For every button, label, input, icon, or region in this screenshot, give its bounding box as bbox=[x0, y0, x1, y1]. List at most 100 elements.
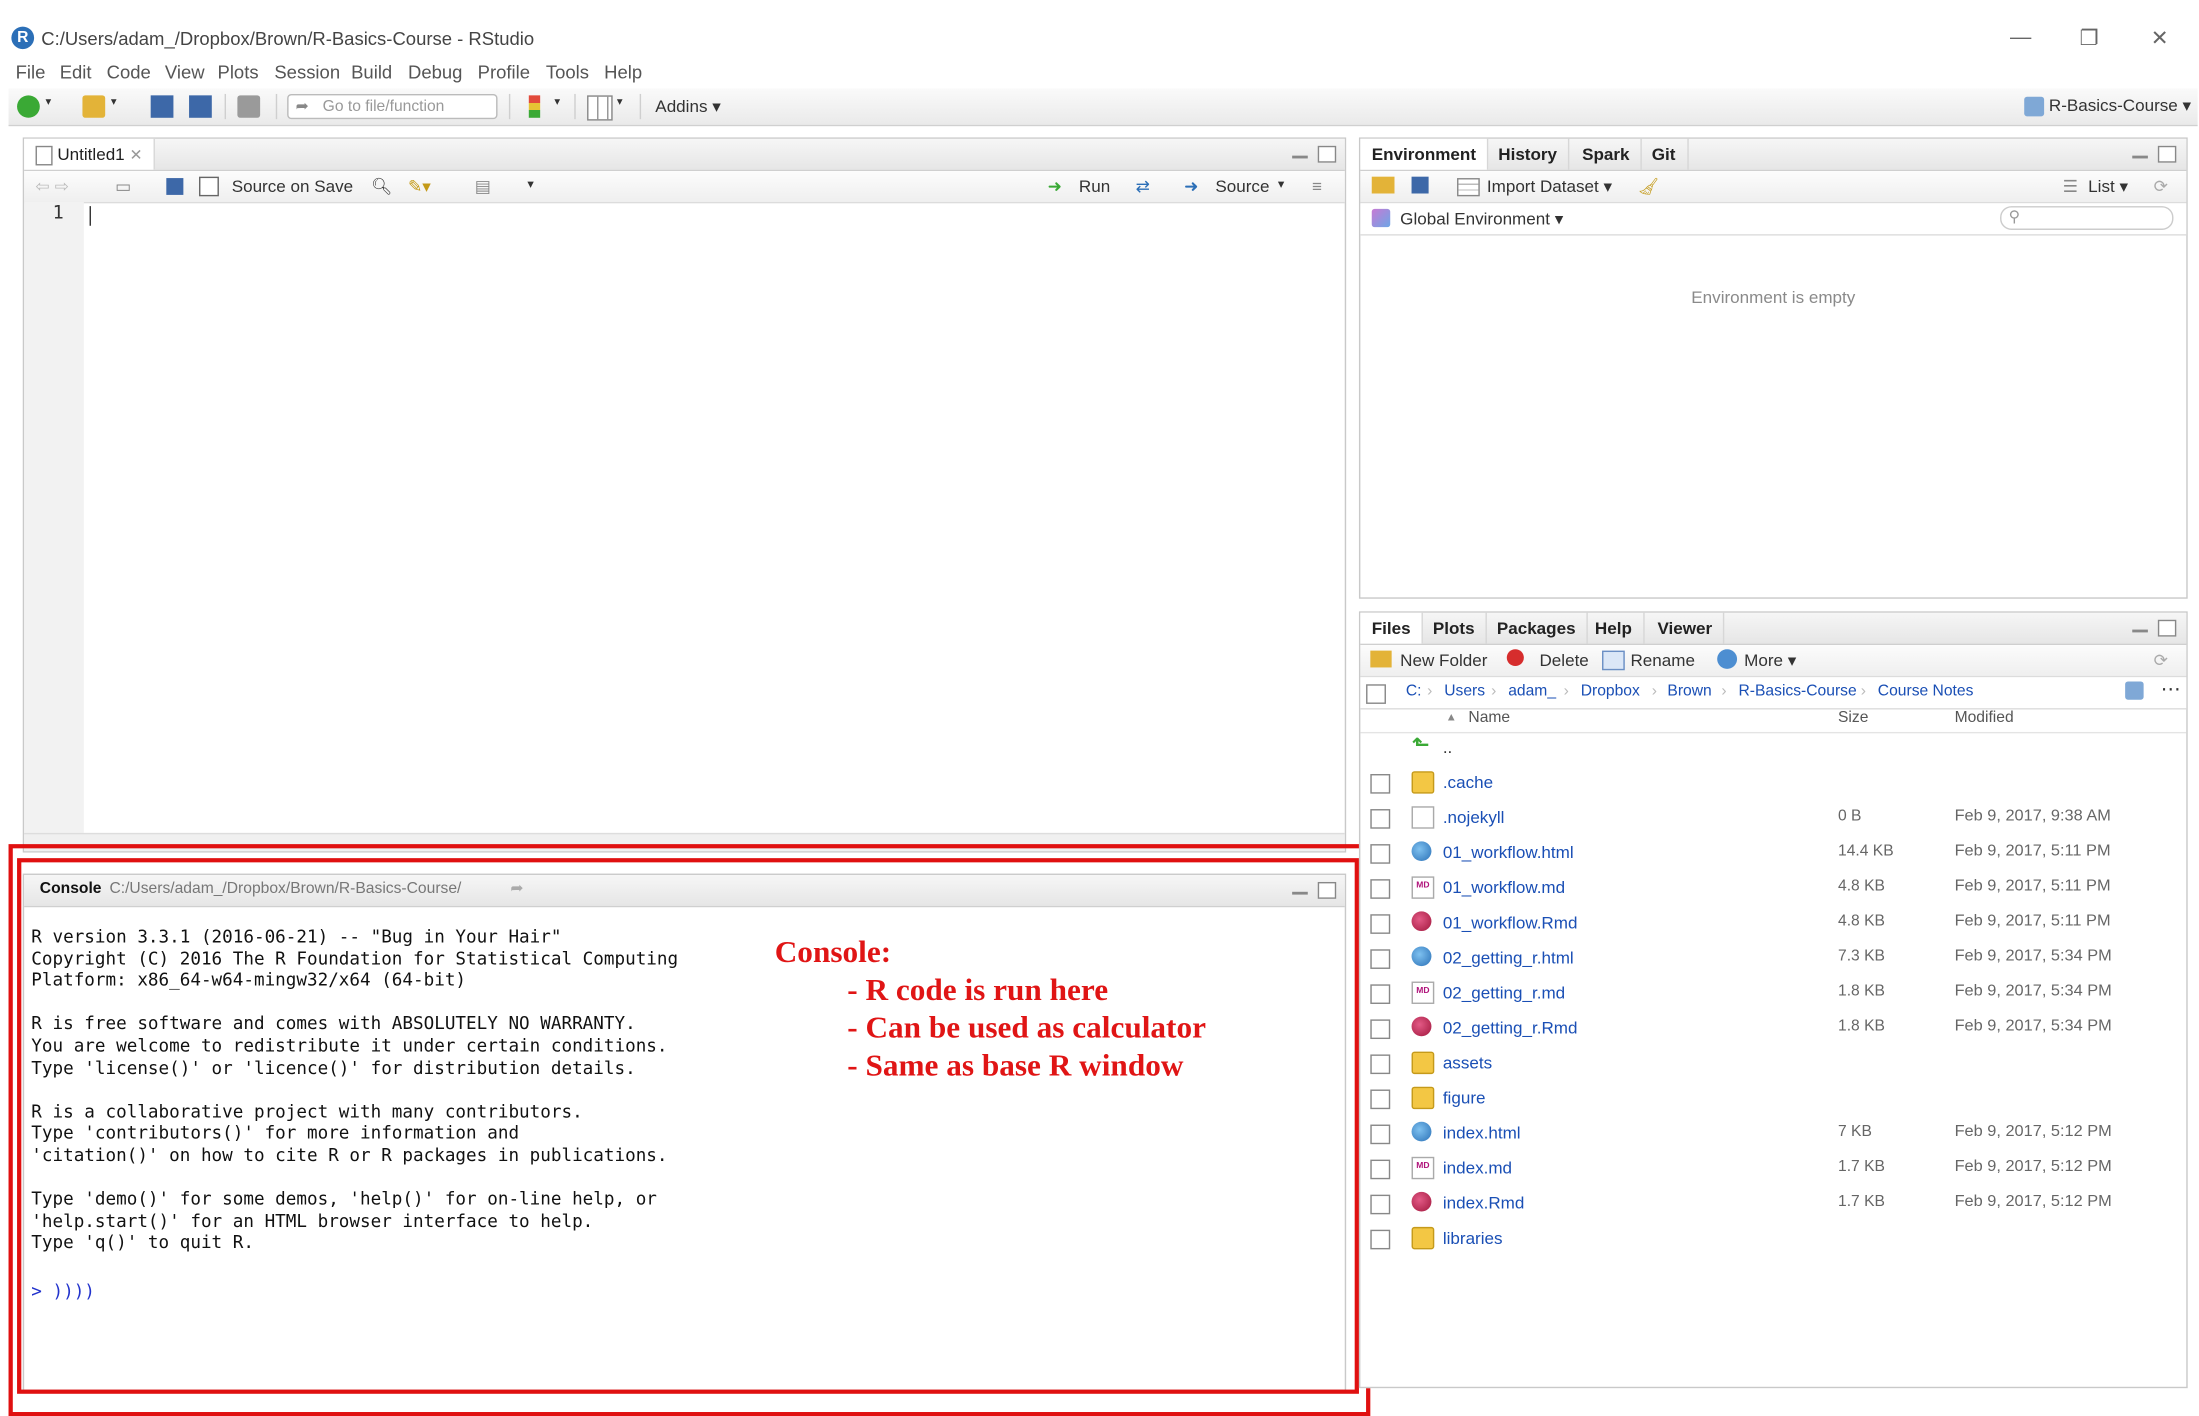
outline-icon[interactable]: ≡ bbox=[1312, 177, 1322, 197]
maximize-pane-icon[interactable] bbox=[2157, 619, 2177, 637]
file-row[interactable]: .nojekyll 0 B Feb 9, 2017, 9:38 AM bbox=[1360, 799, 2186, 834]
file-checkbox[interactable] bbox=[1370, 809, 1391, 829]
menu-profile[interactable]: Profile bbox=[478, 62, 530, 83]
file-row[interactable]: MD 02_getting_r.md 1.8 KB Feb 9, 2017, 5:34… bbox=[1360, 975, 2186, 1010]
tab-plots[interactable]: Plots bbox=[1422, 612, 1488, 644]
breadcrumb-item[interactable]: Brown bbox=[1667, 683, 1711, 700]
tab-viewer[interactable]: Viewer bbox=[1646, 612, 1725, 644]
save-all-icon[interactable] bbox=[189, 95, 212, 118]
file-name[interactable]: .cache bbox=[1443, 773, 1493, 793]
file-name[interactable]: index.Rmd bbox=[1443, 1193, 1525, 1213]
breadcrumb-item[interactable]: Course Notes bbox=[1878, 683, 1974, 700]
menu-build[interactable]: Build bbox=[351, 62, 392, 83]
project-menu[interactable]: R-Basics-Course ▾ bbox=[2024, 95, 2191, 117]
file-checkbox[interactable] bbox=[1370, 1159, 1391, 1180]
file-name[interactable]: 01_workflow.md bbox=[1443, 878, 1565, 898]
pane-layout-icon[interactable] bbox=[587, 95, 613, 121]
search-icon[interactable]: 🔍︎ bbox=[371, 177, 393, 197]
file-name[interactable]: libraries bbox=[1443, 1228, 1503, 1248]
file-checkbox[interactable] bbox=[1370, 1089, 1391, 1110]
import-dataset-button[interactable]: Import Dataset ▾ bbox=[1487, 177, 1612, 197]
file-checkbox[interactable] bbox=[1370, 984, 1391, 1004]
parent-directory-row[interactable]: ⬑ .. bbox=[1360, 729, 2186, 764]
restore-button[interactable]: ❐ bbox=[2080, 25, 2099, 51]
file-name[interactable]: figure bbox=[1443, 1088, 1486, 1108]
file-checkbox[interactable] bbox=[1370, 914, 1391, 934]
file-row[interactable]: 02_getting_r.html 7.3 KB Feb 9, 2017, 5:34… bbox=[1360, 939, 2186, 974]
refresh-icon[interactable]: ⟳ bbox=[2154, 651, 2168, 671]
file-name[interactable]: .nojekyll bbox=[1443, 808, 1505, 828]
breadcrumb-item[interactable]: adam_ bbox=[1508, 683, 1556, 700]
file-checkbox[interactable] bbox=[1370, 1194, 1391, 1215]
file-name[interactable]: 01_workflow.html bbox=[1443, 843, 1574, 863]
menu-edit[interactable]: Edit bbox=[60, 62, 92, 83]
file-checkbox[interactable] bbox=[1370, 1124, 1391, 1145]
menu-code[interactable]: Code bbox=[107, 62, 151, 83]
file-row[interactable]: MD 01_workflow.md 4.8 KB Feb 9, 2017, 5:11 … bbox=[1360, 869, 2186, 904]
code-area[interactable] bbox=[84, 202, 1343, 833]
breadcrumb-item[interactable]: Dropbox bbox=[1581, 683, 1640, 700]
column-size[interactable]: Size bbox=[1838, 710, 1868, 727]
back-icon[interactable]: ⇦ ⇨ bbox=[36, 177, 69, 197]
go-to-project-icon[interactable] bbox=[2125, 681, 2144, 700]
maximize-pane-icon[interactable] bbox=[2157, 145, 2177, 163]
open-project-icon[interactable] bbox=[82, 95, 106, 118]
magic-wand-icon[interactable]: ✎▾ bbox=[408, 177, 431, 197]
minimize-pane-icon[interactable] bbox=[1292, 155, 1308, 159]
file-checkbox[interactable] bbox=[1370, 844, 1391, 864]
addins-menu[interactable]: Addins ▾ bbox=[655, 97, 720, 117]
minimize-button[interactable]: — bbox=[2010, 25, 2031, 49]
list-view-dropdown[interactable]: List ▾ bbox=[2088, 177, 2128, 197]
breadcrumb-item[interactable]: R-Basics-Course bbox=[1738, 683, 1856, 700]
file-checkbox[interactable] bbox=[1370, 949, 1391, 969]
rename-button[interactable]: Rename bbox=[1630, 651, 1694, 671]
search-input[interactable]: ⚲ bbox=[2000, 206, 2174, 230]
minimize-pane-icon[interactable] bbox=[2132, 629, 2148, 633]
load-workspace-icon[interactable] bbox=[1371, 176, 1395, 194]
file-name[interactable]: 02_getting_r.Rmd bbox=[1443, 1018, 1578, 1038]
file-row[interactable]: index.Rmd 1.7 KB Feb 9, 2017, 5:12 PM bbox=[1360, 1185, 2186, 1220]
menu-debug[interactable]: Debug bbox=[408, 62, 462, 83]
file-row[interactable]: 01_workflow.Rmd 4.8 KB Feb 9, 2017, 5:11 P… bbox=[1360, 904, 2186, 939]
file-checkbox[interactable] bbox=[1370, 774, 1391, 794]
tab-git[interactable]: Git bbox=[1640, 138, 1689, 170]
file-checkbox[interactable] bbox=[1370, 1054, 1391, 1075]
breadcrumb-item[interactable]: C: bbox=[1406, 683, 1422, 700]
minimize-pane-icon[interactable] bbox=[2132, 155, 2148, 159]
new-folder-button[interactable]: New Folder bbox=[1400, 651, 1487, 671]
broom-icon[interactable]: 🧹︎ bbox=[1638, 177, 1660, 197]
tab-history[interactable]: History bbox=[1487, 138, 1570, 170]
file-name[interactable]: 02_getting_r.html bbox=[1443, 948, 1574, 968]
tab-help[interactable]: Help bbox=[1584, 612, 1645, 644]
file-name[interactable]: index.md bbox=[1443, 1158, 1512, 1178]
global-environment-dropdown[interactable]: Global Environment ▾ bbox=[1400, 209, 1563, 229]
file-row[interactable]: index.html 7 KB Feb 9, 2017, 5:12 PM bbox=[1360, 1115, 2186, 1150]
git-icon[interactable] bbox=[528, 95, 541, 118]
file-name[interactable]: index.html bbox=[1443, 1123, 1521, 1143]
file-checkbox[interactable] bbox=[1370, 1229, 1391, 1250]
tab-packages[interactable]: Packages bbox=[1485, 612, 1589, 644]
column-modified[interactable]: Modified bbox=[1955, 710, 2014, 727]
save-icon[interactable] bbox=[150, 95, 174, 118]
file-row[interactable]: 01_workflow.html 14.4 KB Feb 9, 2017, 5:11… bbox=[1360, 834, 2186, 869]
source-button[interactable]: Source bbox=[1215, 177, 1269, 197]
file-name[interactable]: 02_getting_r.md bbox=[1443, 983, 1565, 1003]
delete-button[interactable]: Delete bbox=[1539, 651, 1588, 671]
close-tab-icon[interactable]: ✕ bbox=[129, 147, 142, 164]
file-row[interactable]: libraries bbox=[1360, 1220, 2186, 1255]
maximize-pane-icon[interactable] bbox=[1317, 145, 1337, 163]
rerun-icon[interactable]: ⇄ bbox=[1136, 177, 1150, 197]
refresh-icon[interactable]: ⟳ bbox=[2154, 177, 2168, 197]
goto-file-input[interactable]: ➦ Go to file/function bbox=[287, 93, 498, 120]
file-name[interactable]: 01_workflow.Rmd bbox=[1443, 913, 1578, 933]
file-checkbox[interactable] bbox=[1370, 1019, 1391, 1040]
run-button[interactable]: Run bbox=[1079, 177, 1110, 197]
file-row[interactable]: .cache bbox=[1360, 764, 2186, 799]
menu-tools[interactable]: Tools bbox=[546, 62, 589, 83]
close-button[interactable]: ✕ bbox=[2151, 25, 2169, 51]
menu-view[interactable]: View bbox=[165, 62, 205, 83]
file-row[interactable]: 02_getting_r.Rmd 1.8 KB Feb 9, 2017, 5:34 … bbox=[1360, 1010, 2186, 1045]
select-all-checkbox[interactable] bbox=[1366, 684, 1386, 704]
chevron-down-icon[interactable]: ▾ bbox=[554, 95, 565, 117]
file-checkbox[interactable] bbox=[1370, 879, 1391, 899]
